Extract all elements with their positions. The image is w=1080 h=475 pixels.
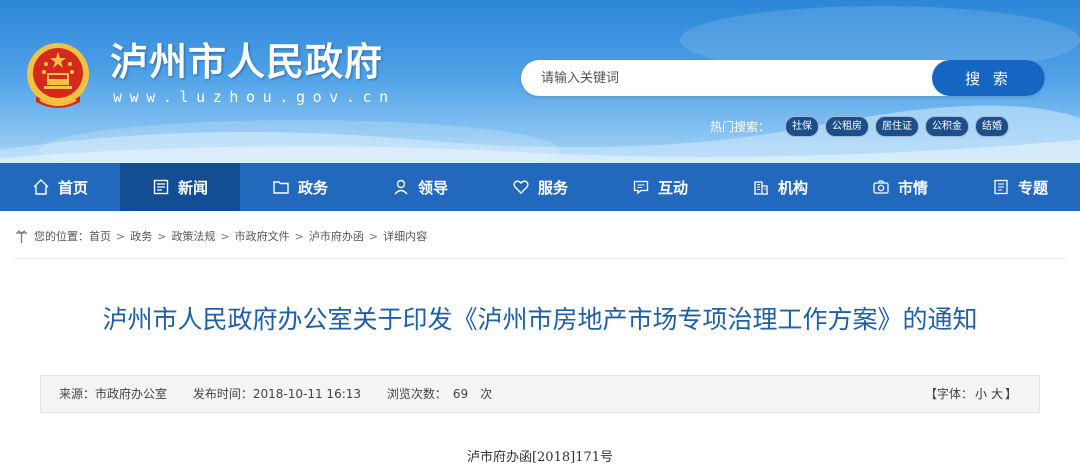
breadcrumb: 您的位置： 首页 > 政务 > 政策法规 > 市政府文件 > 泸市府办函 > 详… xyxy=(14,228,427,244)
nav-item-city-info[interactable]: 市情 xyxy=(840,163,960,211)
search-box: 搜 索 xyxy=(521,60,1045,96)
breadcrumb-office-letters[interactable]: 泸市府办函 xyxy=(309,228,364,244)
chat-icon xyxy=(633,180,649,195)
nav-item-leaders[interactable]: 领导 xyxy=(360,163,480,211)
nav-item-label: 领导 xyxy=(417,178,448,197)
document-number: 泸市府办函[2018]171号 xyxy=(466,450,614,465)
nav-item-label: 专题 xyxy=(1017,178,1048,197)
hot-tag-gongzufang[interactable]: 公租房 xyxy=(825,116,869,137)
document-icon xyxy=(994,179,1008,195)
hot-tag-shebao[interactable]: 社保 xyxy=(785,116,819,137)
breadcrumb-policies[interactable]: 政策法规 xyxy=(171,228,215,244)
nav-item-government-affairs[interactable]: 政务 xyxy=(240,163,360,211)
national-emblem-icon xyxy=(27,43,89,108)
publish-value: 2018-10-11 16:13 xyxy=(252,387,362,401)
publish-label: 发布时间： xyxy=(192,387,253,401)
nav-item-institutions[interactable]: 机构 xyxy=(720,163,840,211)
hot-tag-juzhuzheng[interactable]: 居住证 xyxy=(875,116,919,137)
breadcrumb-separator: > xyxy=(294,229,304,243)
source-label: 来源： xyxy=(59,387,96,401)
breadcrumb-prefix: 您的位置： xyxy=(34,230,89,243)
font-size-large-button[interactable]: 大 xyxy=(991,387,1003,401)
folder-icon xyxy=(273,181,289,194)
building-icon xyxy=(753,181,768,195)
nav-item-label: 服务 xyxy=(537,178,568,197)
home-icon xyxy=(33,179,49,195)
views-unit: 次 xyxy=(480,387,493,401)
nav-item-services[interactable]: 服务 xyxy=(480,163,600,211)
article-title: 泸州市人民政府办公室关于印发《泸州市房地产市场专项治理工作方案》的通知 xyxy=(102,305,978,334)
article-source: 来源：市政府办公室 xyxy=(59,387,167,401)
article-publish-time: 发布时间：2018-10-11 16:13 xyxy=(193,387,361,401)
hot-tag-gongjijin[interactable]: 公积金 xyxy=(925,116,969,137)
breadcrumb-divider xyxy=(14,258,1066,259)
hot-search-tags: 社保 公租房 居住证 公积金 结婚 xyxy=(785,116,1009,137)
site-url: www.luzhou.gov.cn xyxy=(113,88,396,106)
article-meta-info: 来源：市政府办公室 发布时间：2018-10-11 16:13 浏览次数： 69 次 xyxy=(59,376,514,412)
font-size-suffix: 】 xyxy=(1004,387,1017,401)
nav-item-label: 机构 xyxy=(777,178,808,197)
font-size-small-button[interactable]: 小 xyxy=(975,387,987,401)
nav-item-label: 首页 xyxy=(57,178,88,197)
person-icon xyxy=(394,179,408,195)
nav-item-label: 新闻 xyxy=(177,178,208,197)
search-button[interactable]: 搜 索 xyxy=(932,60,1045,96)
site-title[interactable]: 泸州市人民政府 xyxy=(110,40,383,84)
views-count: 69 xyxy=(452,387,469,401)
source-value: 市政府办公室 xyxy=(95,387,168,401)
hot-search-label: 热门搜索： xyxy=(710,120,771,134)
search-input[interactable] xyxy=(521,60,941,96)
nav-item-news[interactable]: 新闻 xyxy=(120,163,240,211)
main-nav: 首页 新闻 政务 领导 服务 互动 机构 市情 专题 xyxy=(0,163,1080,211)
nav-item-label: 互动 xyxy=(657,178,688,197)
site-header: 泸州市人民政府 www.luzhou.gov.cn 搜 索 热门搜索： 社保 公… xyxy=(0,0,1080,163)
nav-item-label: 政务 xyxy=(297,178,328,197)
breadcrumb-government-affairs[interactable]: 政务 xyxy=(130,228,152,244)
breadcrumb-separator: > xyxy=(116,229,126,243)
font-size-prefix: 【字体： xyxy=(924,387,973,401)
breadcrumb-separator: > xyxy=(368,229,379,243)
breadcrumb-detail[interactable]: 详细内容 xyxy=(383,228,427,244)
camera-icon xyxy=(873,180,889,194)
views-label: 浏览次数： xyxy=(386,387,447,401)
heart-icon xyxy=(513,180,529,194)
breadcrumb-separator: > xyxy=(220,229,230,243)
nav-item-label: 市情 xyxy=(897,178,928,197)
article-views: 浏览次数： 69 次 xyxy=(387,387,492,401)
breadcrumb-separator: > xyxy=(157,229,167,243)
nav-item-home[interactable]: 首页 xyxy=(0,163,120,211)
location-pin-icon xyxy=(16,229,27,243)
breadcrumb-home[interactable]: 首页 xyxy=(89,228,111,244)
article-meta-bar: 来源：市政府办公室 发布时间：2018-10-11 16:13 浏览次数： 69 次… xyxy=(40,375,1040,413)
nav-item-special-topics[interactable]: 专题 xyxy=(960,163,1080,211)
hot-tag-jiehun[interactable]: 结婚 xyxy=(975,116,1009,137)
nav-item-interaction[interactable]: 互动 xyxy=(600,163,720,211)
breadcrumb-municipal-documents[interactable]: 市政府文件 xyxy=(235,228,290,244)
font-size-control: 【字体：小大】 xyxy=(925,376,1017,412)
newspaper-icon xyxy=(153,179,169,195)
